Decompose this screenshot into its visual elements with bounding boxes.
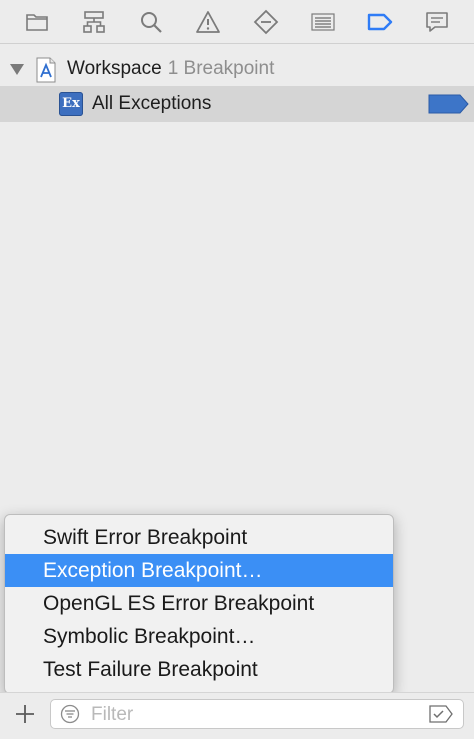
breakpoint-navigator-button[interactable] bbox=[362, 4, 398, 40]
filter-icon bbox=[60, 704, 80, 724]
menu-item-symbolic-breakpoint[interactable]: Symbolic Breakpoint… bbox=[5, 620, 393, 653]
menu-item-exception-breakpoint[interactable]: Exception Breakpoint… bbox=[5, 554, 393, 587]
filter-bar: Filter bbox=[0, 692, 474, 739]
test-navigator-button[interactable] bbox=[248, 4, 284, 40]
workspace-icon bbox=[36, 57, 56, 83]
menu-item-test-failure-breakpoint[interactable]: Test Failure Breakpoint bbox=[5, 653, 393, 686]
find-navigator-button[interactable] bbox=[133, 4, 169, 40]
breakpoint-row-all-exceptions[interactable]: Ex All Exceptions bbox=[0, 86, 474, 122]
show-enabled-breakpoints-toggle-icon[interactable] bbox=[429, 705, 453, 723]
debug-list-icon bbox=[311, 12, 335, 31]
filter-placeholder: Filter bbox=[91, 704, 134, 725]
project-navigator-button[interactable] bbox=[19, 4, 55, 40]
add-breakpoint-menu: Swift Error Breakpoint Exception Breakpo… bbox=[4, 514, 394, 694]
search-icon bbox=[141, 11, 162, 33]
symbol-navigator-button[interactable] bbox=[76, 4, 112, 40]
add-breakpoint-plus-icon[interactable] bbox=[12, 701, 38, 727]
report-navigator-button[interactable] bbox=[419, 4, 455, 40]
warning-icon bbox=[196, 10, 221, 33]
issue-navigator-button[interactable] bbox=[190, 4, 226, 40]
test-diamond-icon bbox=[253, 9, 278, 34]
breakpoint-count: 1 Breakpoint bbox=[167, 58, 275, 79]
exception-badge-icon: Ex bbox=[59, 92, 83, 116]
folder-icon bbox=[25, 13, 48, 31]
hierarchy-icon bbox=[83, 10, 105, 33]
filter-input[interactable]: Filter bbox=[50, 699, 464, 729]
disclosure-triangle-icon[interactable] bbox=[10, 64, 24, 75]
menu-item-opengl-es-error-breakpoint[interactable]: OpenGL ES Error Breakpoint bbox=[5, 587, 393, 620]
navigator-toolbar bbox=[0, 0, 474, 44]
workspace-row[interactable]: Workspace 1 Breakpoint bbox=[0, 51, 474, 85]
workspace-label: Workspace 1 Breakpoint bbox=[67, 58, 275, 79]
breakpoint-label: All Exceptions bbox=[92, 93, 212, 114]
menu-item-swift-error-breakpoint[interactable]: Swift Error Breakpoint bbox=[5, 521, 393, 554]
debug-navigator-button[interactable] bbox=[305, 4, 341, 40]
breakpoint-enabled-flag-icon[interactable] bbox=[428, 94, 470, 114]
speech-bubble-icon bbox=[426, 11, 449, 32]
breakpoint-icon bbox=[367, 13, 393, 30]
